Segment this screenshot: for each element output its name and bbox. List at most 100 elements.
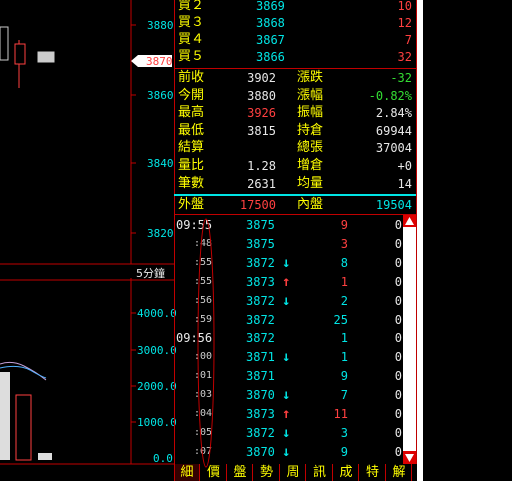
tick-volume: 2: [340, 293, 348, 308]
tick-volume: 9: [340, 369, 348, 384]
stat-value: 1.28: [247, 159, 276, 173]
arrow-down-icon: ↓: [282, 424, 291, 441]
bid-qty: 12: [397, 16, 412, 30]
stat-label: 最高: [178, 105, 205, 121]
bottom-tab[interactable]: 周: [281, 464, 306, 481]
tick-volume: 9: [340, 218, 348, 232]
bottom-tab[interactable]: 價: [202, 464, 227, 481]
bottom-tab[interactable]: 細: [175, 464, 200, 481]
stat-label: 漲跌: [297, 70, 324, 85]
volume-bar: [0, 372, 10, 460]
stat-value: -32: [390, 71, 412, 85]
volume-axis-label: 2000.0: [137, 380, 177, 393]
volume-axis-label: 3000.0: [137, 344, 177, 357]
right-edge-bar: [417, 0, 423, 481]
stat-value: 37004: [375, 141, 412, 156]
bid-price: 3869: [256, 0, 285, 13]
stat-label: 均量: [297, 175, 324, 191]
stat-value: 2631: [247, 176, 276, 191]
volume-bar: [38, 453, 52, 460]
bid-price: 3868: [256, 16, 285, 30]
stat-label: 今開: [178, 87, 205, 103]
tick-price[interactable]: 3872: [246, 255, 275, 271]
arrow-down-icon: ↓: [282, 349, 291, 366]
tick-volume: 1: [340, 331, 348, 346]
bottom-tab[interactable]: 特: [361, 464, 386, 481]
price-axis-label: 3860: [147, 89, 174, 102]
tick-oi: 0: [394, 274, 402, 289]
tick-oi: 0: [394, 425, 402, 440]
tick-price[interactable]: 3872: [246, 312, 275, 328]
tick-volume: 1: [340, 350, 348, 365]
stat-label: 結算: [178, 140, 205, 156]
stat-label: 振幅: [297, 105, 324, 121]
time-oval: [197, 218, 215, 468]
bid-label: 買３: [178, 15, 205, 30]
arrow-down-icon: ↓: [282, 292, 291, 309]
tick-volume: 1: [340, 274, 348, 289]
volume-period-label[interactable]: 5分鐘: [136, 265, 165, 281]
stat-value: 69944: [375, 123, 412, 138]
tick-volume: 3: [340, 425, 348, 440]
stat-value: 2.84%: [375, 106, 412, 121]
stat-value: -0.82%: [368, 88, 412, 103]
price-axis-label: 3820: [147, 227, 174, 240]
tick-oi: 0: [394, 236, 402, 251]
stat-value: [230, 140, 276, 156]
tick-price[interactable]: 3872: [246, 330, 275, 346]
tick-price[interactable]: 3873: [246, 274, 275, 290]
tick-volume: 9: [340, 444, 348, 459]
bottom-tab[interactable]: 盤: [228, 464, 253, 481]
scroll-up-arrow-icon: [405, 217, 414, 225]
tick-volume: 11: [333, 407, 348, 421]
tick-price[interactable]: 3871: [246, 368, 275, 384]
bid-label: 買５: [178, 49, 205, 64]
candle: [0, 26, 9, 61]
stat-label: 前收: [178, 70, 205, 85]
candle: [14, 43, 26, 65]
tick-price[interactable]: 3875: [246, 236, 275, 252]
bid-qty: 32: [397, 50, 412, 64]
bottom-tab[interactable]: 訊: [308, 464, 333, 481]
tick-oi: 0: [394, 407, 402, 421]
inner-disk-label: 內盤: [297, 197, 324, 212]
tick-price[interactable]: 3873: [246, 406, 275, 422]
tick-price[interactable]: 3872: [246, 425, 275, 441]
price-axis-label: 3840: [147, 157, 174, 170]
bottom-tab[interactable]: 解: [387, 464, 412, 481]
stat-value: 3902: [247, 71, 276, 85]
stat-value: 3926: [247, 106, 276, 121]
bid-price: 3867: [256, 33, 285, 47]
outer-disk-label: 外盤: [178, 197, 205, 212]
tick-price[interactable]: 3871: [246, 349, 275, 365]
tick-oi: 0: [394, 218, 402, 232]
arrow-down-icon: ↓: [282, 387, 291, 404]
bid-qty: 7: [404, 33, 412, 47]
chart-area: [0, 0, 175, 465]
arrow-down-icon: ↓: [282, 443, 291, 460]
stat-label: 筆數: [178, 175, 205, 191]
bid-qty: 10: [397, 0, 412, 13]
tick-price[interactable]: 3870: [246, 444, 275, 460]
stat-value: 3815: [247, 123, 276, 138]
price-axis-label: 3880: [147, 19, 174, 32]
stat-value: +0: [397, 159, 412, 173]
stat-label: 持倉: [297, 122, 324, 138]
tick-price[interactable]: 3870: [246, 387, 275, 403]
tick-oi: 0: [394, 293, 402, 308]
stat-label: 增倉: [297, 158, 324, 173]
scrollbar[interactable]: [403, 215, 416, 464]
bottom-tab[interactable]: 成: [334, 464, 359, 481]
tick-volume: 8: [340, 255, 348, 270]
tick-price[interactable]: 3875: [246, 217, 275, 233]
tick-oi: 0: [394, 350, 402, 365]
volume-bar: [15, 394, 32, 461]
outer-disk-value: 17500: [239, 198, 276, 212]
tick-oi: 0: [394, 312, 402, 327]
bid-label: 買４: [178, 32, 205, 47]
bottom-tab[interactable]: 勢: [255, 464, 280, 481]
current-price-marker: 3870: [146, 55, 173, 68]
tick-price[interactable]: 3872: [246, 293, 275, 309]
scroll-down-arrow-icon: [405, 454, 414, 462]
tick-oi: 0: [394, 444, 402, 459]
